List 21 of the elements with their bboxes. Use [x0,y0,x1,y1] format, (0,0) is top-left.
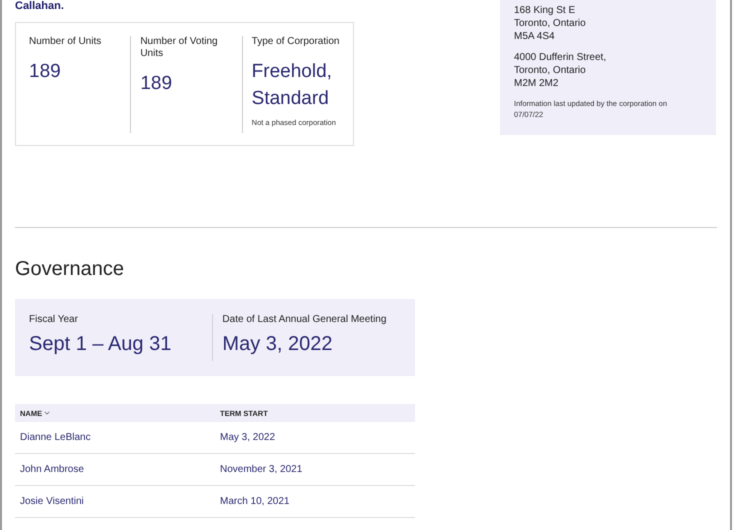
stat-value: 189 [140,72,174,96]
stat-label: Number of Units [29,36,102,48]
stat-label: Fiscal Year [29,314,79,326]
stat-value: 189 [29,60,62,84]
table-cell-text: May 3, 2022 [219,432,276,443]
link[interactable]: Callahan. [15,0,354,14]
table-cell-text: John Ambrose [19,464,85,475]
stat-label: Type of Corporation [252,36,340,48]
stat-value: May 3, 2022 [222,333,334,356]
table-cell-text: Dianne LeBlanc [19,432,92,443]
table-cell-text: Josie Visentini [19,496,85,507]
section-title: Governance [15,258,125,281]
table-cell-text: March 10, 2021 [219,496,290,507]
address-text: 4000 Dufferin Street, Toronto, Ontario M2M 2M2 [514,51,608,90]
caret-icon[interactable] [44,411,50,415]
address-text: 168 King St E Toronto, Ontario M5A 4S4 [514,4,587,43]
stat-value: Freehold, Standard [252,60,333,111]
stat-value: Sept 1 – Aug 31 [29,333,172,356]
stat-label: Number of Voting Units [140,36,219,60]
stat-label: Date of Last Annual General Meeting [222,314,388,326]
table-cell-text: November 3, 2021 [219,464,304,475]
